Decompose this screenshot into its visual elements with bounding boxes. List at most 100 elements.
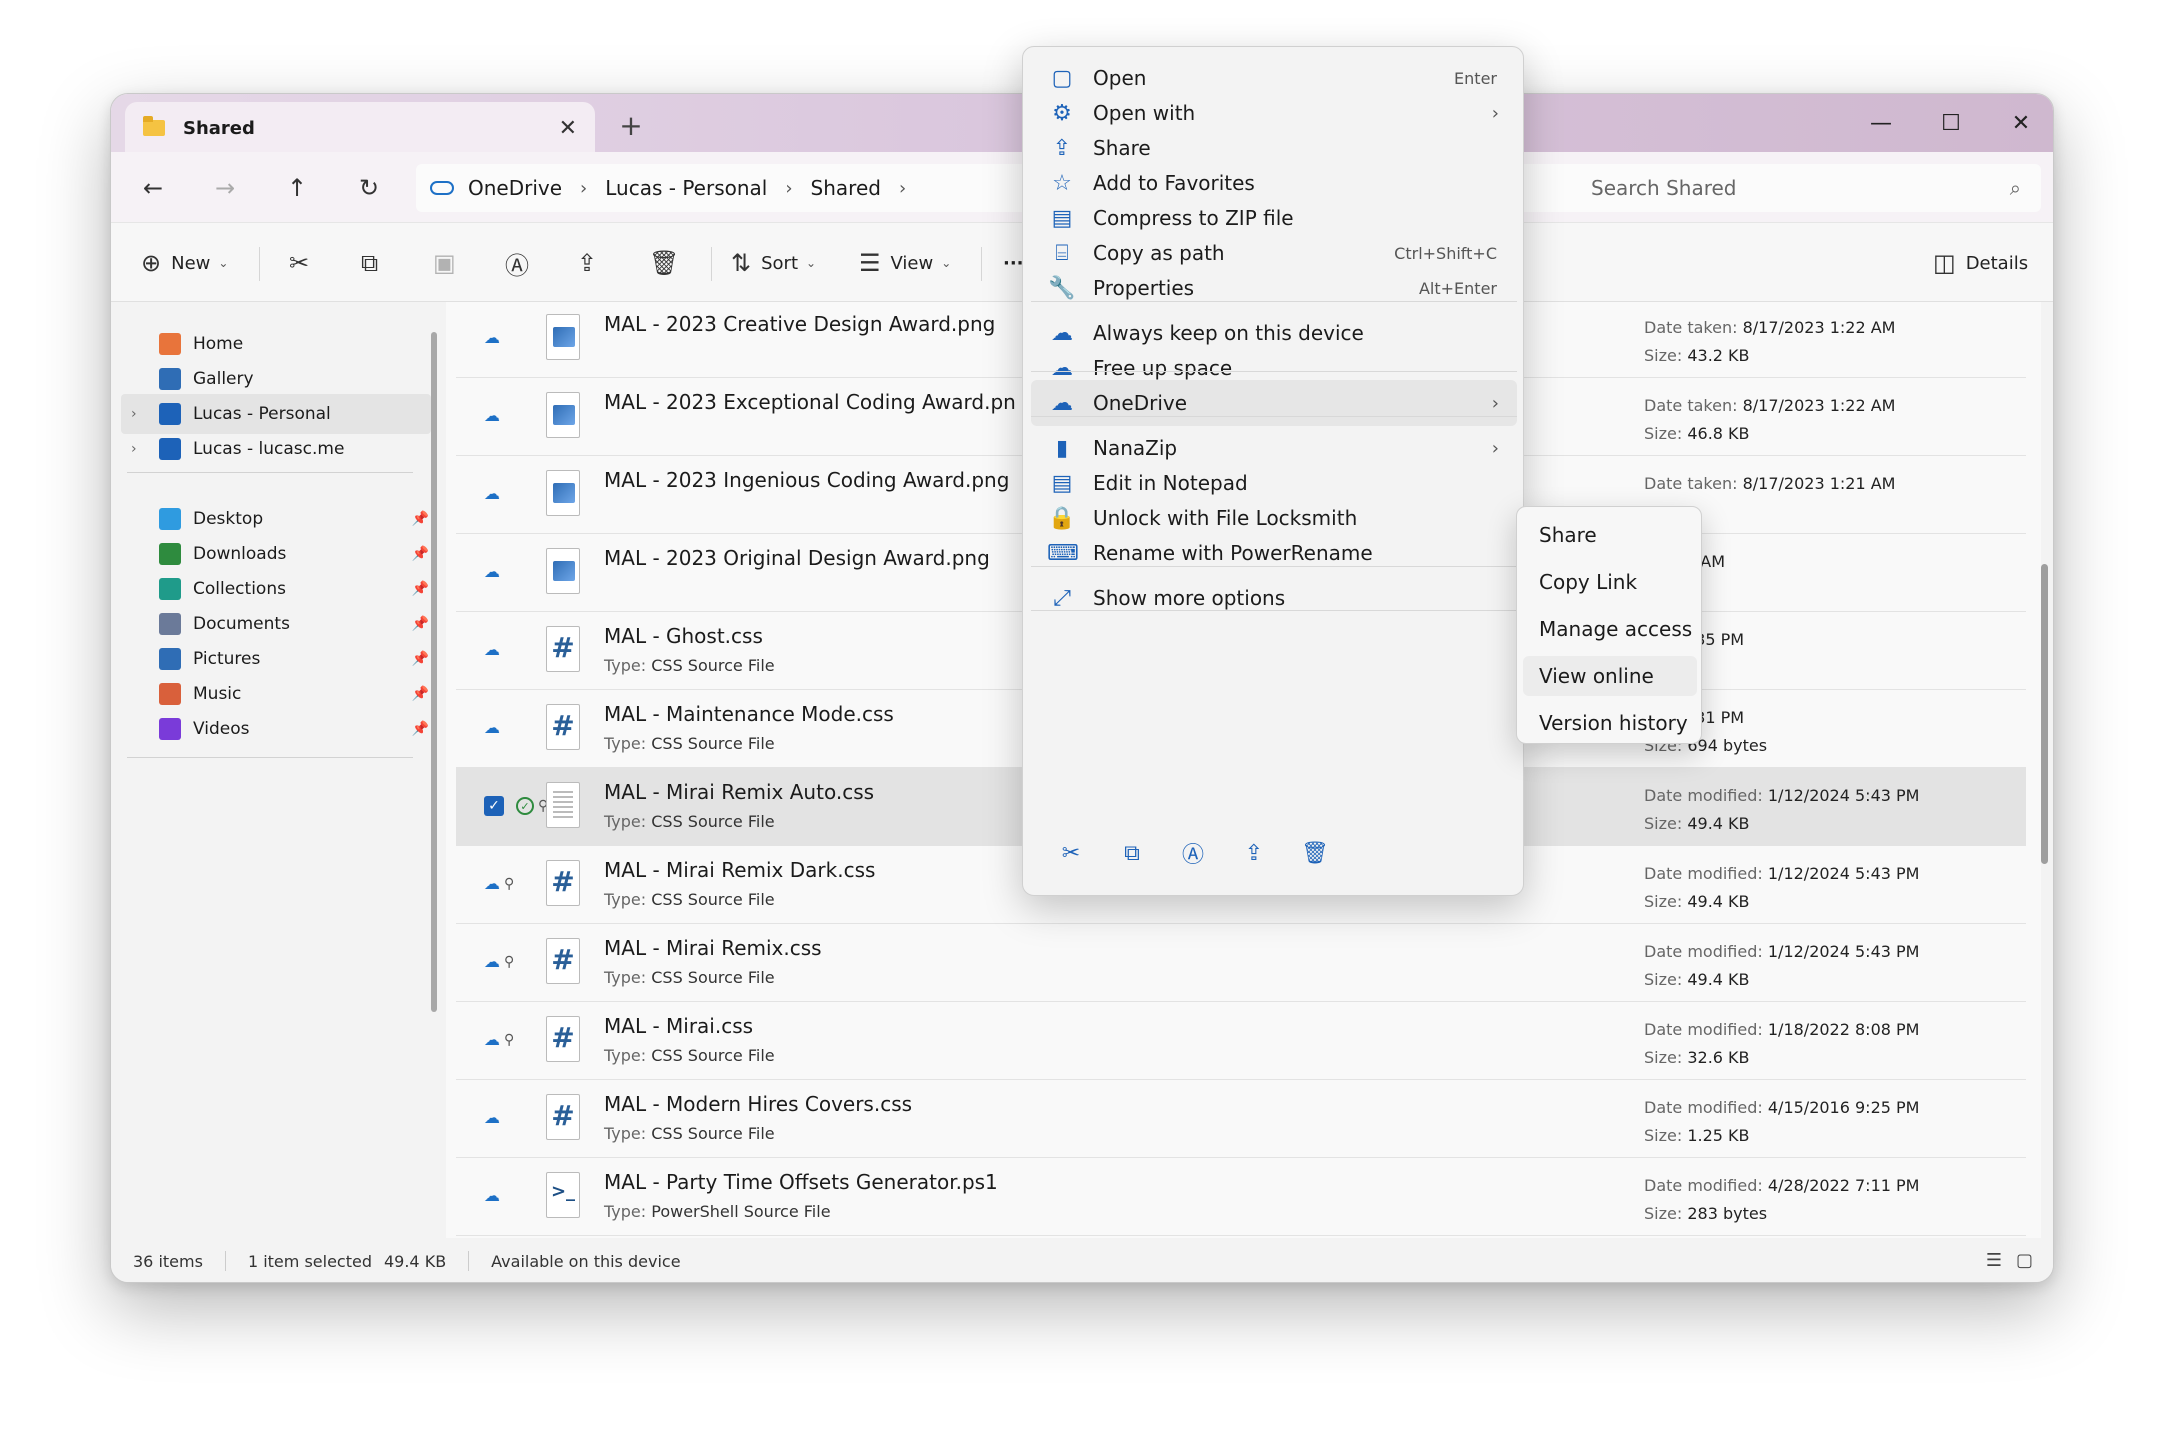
checkbox-checked-icon[interactable]: ✓ bbox=[484, 796, 504, 816]
trash-icon[interactable]: 🗑 bbox=[1293, 831, 1337, 875]
menu-item-show-more-options[interactable]: ⤢ Show more options bbox=[1031, 575, 1517, 621]
details-label: Details bbox=[1965, 252, 2029, 274]
clipboard-icon: ▣ bbox=[433, 249, 456, 277]
sidebar-item-2[interactable]: › Lucas - Personal bbox=[121, 394, 431, 434]
sidebar-item-icon bbox=[159, 543, 181, 565]
rename-icon[interactable]: Ⓐ bbox=[1171, 831, 1215, 875]
submenu-item-copy-link[interactable]: Copy Link bbox=[1523, 562, 1697, 602]
delete-button[interactable]: 🗑 bbox=[649, 245, 689, 281]
file-metadata: Date modified: 1/18/2022 8:08 PM Size: 32… bbox=[1644, 1016, 1919, 1072]
copy-button[interactable]: ⧉ bbox=[361, 245, 388, 281]
pin-icon[interactable]: 📌 bbox=[412, 721, 429, 737]
submenu-chevron-icon: › bbox=[1491, 392, 1499, 414]
sidebar-pinned-item-4[interactable]: Pictures 📌 bbox=[159, 639, 429, 679]
sidebar-item-1[interactable]: Gallery bbox=[159, 359, 429, 399]
file-metadata: Date modified: 4/15/2016 9:25 PM Size: 1.… bbox=[1644, 1094, 1919, 1150]
file-name: MAL - Maintenance Mode.css bbox=[604, 702, 894, 726]
menu-item-label: Open bbox=[1093, 66, 1147, 90]
tiles-view-icon[interactable]: ▢ bbox=[2016, 1250, 2033, 1271]
sidebar-pinned-item-2[interactable]: Collections 📌 bbox=[159, 569, 429, 609]
sidebar-item-icon bbox=[159, 613, 181, 635]
file-row[interactable]: ☁ MAL - Party Time Offsets Generator.ps1 T… bbox=[456, 1158, 2026, 1236]
maximize-button[interactable]: ☐ bbox=[1916, 94, 1986, 152]
breadcrumb-2[interactable]: Shared bbox=[811, 176, 881, 200]
menu-item-onedrive[interactable]: ☁ OneDrive › bbox=[1031, 380, 1517, 426]
sync-status: ☁ bbox=[484, 718, 500, 737]
file-type-value: CSS Source File bbox=[651, 734, 775, 753]
sort-button[interactable]: ⇅ Sort ⌄ bbox=[731, 245, 816, 281]
cloud-icon: ☁ bbox=[484, 562, 500, 581]
pin-icon[interactable]: 📌 bbox=[412, 511, 429, 527]
submenu-item-view-online[interactable]: View online bbox=[1523, 656, 1697, 696]
sync-status: ☁ ⚲ bbox=[484, 1030, 514, 1049]
meta-key: Size: bbox=[1644, 1048, 1683, 1067]
sync-status: ☁ bbox=[484, 1186, 500, 1205]
pin-icon[interactable]: 📌 bbox=[412, 616, 429, 632]
meta-key: Date modified: bbox=[1644, 1098, 1763, 1117]
menu-item-shortcut: Ctrl+Shift+C bbox=[1394, 243, 1497, 263]
close-button[interactable]: ✕ bbox=[1986, 94, 2053, 152]
details-button[interactable]: ◫ Details bbox=[1933, 245, 2028, 281]
more-options-button[interactable]: ··· bbox=[1003, 245, 1024, 281]
sidebar-pinned-item-3[interactable]: Documents 📌 bbox=[159, 604, 429, 644]
file-metadata: Date modified: 1/12/2024 5:43 PM Size: 49… bbox=[1644, 860, 1919, 916]
selected-count: 1 item selected bbox=[247, 1251, 372, 1271]
file-row[interactable]: ☁⚲ MAL - Mirai Remix.css Type: CSS Source … bbox=[456, 924, 2026, 1002]
sidebar-item-0[interactable]: Home bbox=[159, 324, 429, 364]
file-type: Type: CSS Source File bbox=[604, 734, 775, 753]
pin-icon[interactable]: 📌 bbox=[412, 686, 429, 702]
up-button[interactable]: ↑ bbox=[277, 168, 317, 208]
copy-icon[interactable]: ⧉ bbox=[1110, 831, 1154, 875]
pin-icon[interactable]: 📌 bbox=[412, 651, 429, 667]
breadcrumb-chevron-icon[interactable]: › bbox=[785, 178, 792, 199]
new-button[interactable]: ⊕ New ⌄ bbox=[141, 245, 228, 281]
sidebar-item-3[interactable]: › Lucas - lucasc.me bbox=[131, 429, 429, 469]
submenu-item-share[interactable]: Share bbox=[1523, 515, 1697, 555]
cut-icon[interactable]: ✂ bbox=[1049, 831, 1093, 875]
refresh-button[interactable]: ↻ bbox=[349, 168, 389, 208]
file-row[interactable]: ☁ MAL - Modern Hires Covers.css Type: CSS … bbox=[456, 1080, 2026, 1158]
tab-shared[interactable]: Shared ✕ bbox=[125, 102, 595, 154]
file-list-scrollbar[interactable] bbox=[2041, 564, 2048, 864]
file-row[interactable]: ☁⚲ MAL - Mirai.css Type: CSS Source File Da… bbox=[456, 1002, 2026, 1080]
pin-icon[interactable]: 📌 bbox=[412, 546, 429, 562]
menu-item-properties[interactable]: 🔧 Properties Alt+Enter bbox=[1031, 265, 1517, 311]
share-icon[interactable]: ⇪ bbox=[1232, 831, 1276, 875]
search-box[interactable]: Search Shared ⌕ bbox=[1571, 164, 2041, 212]
sidebar-pinned-item-0[interactable]: Desktop 📌 bbox=[159, 499, 429, 539]
sidebar-item-icon bbox=[159, 403, 181, 425]
cut-button[interactable]: ✂ bbox=[289, 245, 319, 281]
back-button[interactable]: ← bbox=[133, 168, 173, 208]
minimize-button[interactable]: — bbox=[1846, 94, 1916, 152]
pin-icon[interactable]: 📌 bbox=[412, 581, 429, 597]
rename-button[interactable]: Ⓐ bbox=[505, 245, 539, 281]
breadcrumb-chevron-icon[interactable]: › bbox=[580, 178, 587, 199]
file-type-label: Type: bbox=[604, 1046, 647, 1065]
expand-chevron-icon[interactable]: › bbox=[131, 441, 137, 457]
view-button[interactable]: ☰ View ⌄ bbox=[859, 245, 951, 281]
menu-item-rename-with-powerrename[interactable]: ⌨ Rename with PowerRename bbox=[1031, 530, 1517, 576]
menu-item-label: Free up space bbox=[1093, 356, 1233, 380]
sidebar-scrollbar[interactable] bbox=[431, 332, 437, 1012]
new-tab-button[interactable]: + bbox=[611, 106, 651, 146]
expand-chevron-icon[interactable]: › bbox=[131, 406, 137, 422]
submenu-item-version-history[interactable]: Version history bbox=[1523, 703, 1697, 743]
menu-item-label: Add to Favorites bbox=[1093, 171, 1255, 195]
meta-key: Size: bbox=[1644, 892, 1683, 911]
share-button[interactable]: ⇪ bbox=[577, 245, 607, 281]
breadcrumb-1[interactable]: Lucas - Personal bbox=[605, 176, 767, 200]
paste-button[interactable]: ▣ bbox=[433, 245, 466, 281]
submenu-item-manage-access[interactable]: Manage access bbox=[1523, 609, 1697, 649]
breadcrumb-chevron-icon[interactable]: › bbox=[899, 178, 906, 199]
sidebar-pinned-item-1[interactable]: Downloads 📌 bbox=[159, 534, 429, 574]
sidebar-pinned-item-6[interactable]: Videos 📌 bbox=[159, 709, 429, 749]
forward-button[interactable]: → bbox=[205, 168, 245, 208]
menu-item-icon: 🔒 bbox=[1048, 505, 1076, 531]
menu-separator bbox=[1031, 416, 1517, 417]
tab-close-icon[interactable]: ✕ bbox=[559, 116, 577, 141]
details-view-icon[interactable]: ☰ bbox=[1986, 1250, 2002, 1271]
tab-title: Shared bbox=[183, 117, 255, 139]
submenu-chevron-icon: › bbox=[1491, 437, 1499, 459]
sidebar-pinned-item-5[interactable]: Music 📌 bbox=[159, 674, 429, 714]
breadcrumb-0[interactable]: OneDrive bbox=[468, 176, 562, 200]
